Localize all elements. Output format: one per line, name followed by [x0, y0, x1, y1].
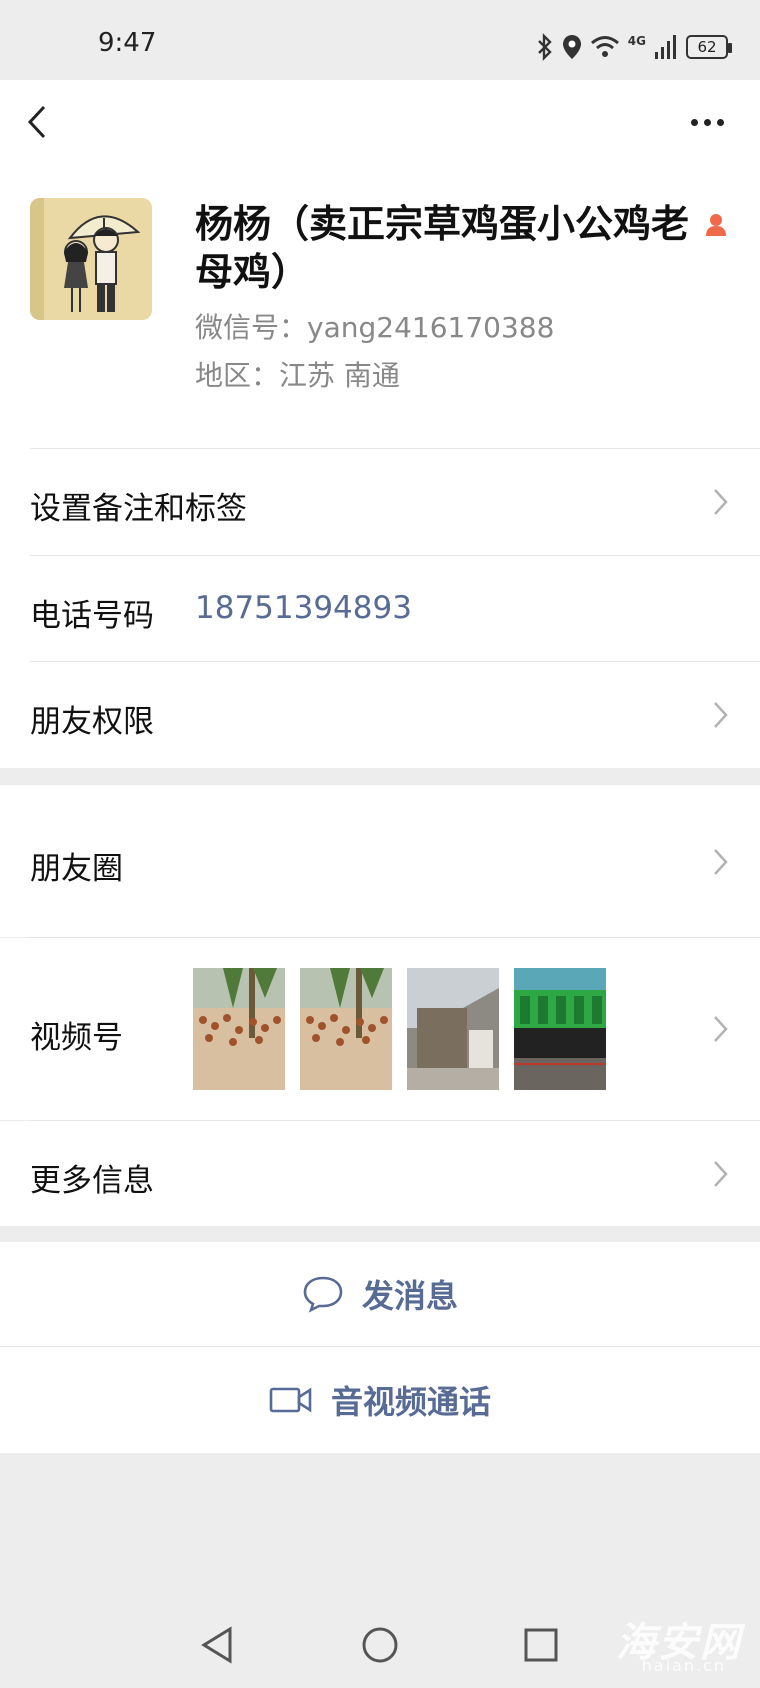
more-options-button[interactable]	[672, 94, 742, 150]
watermark-domain: haian.cn	[641, 1656, 726, 1675]
wechat-id: 微信号：yang2416170388	[195, 311, 555, 344]
channel-thumbnail[interactable]	[193, 968, 285, 1090]
status-time: 9:47	[98, 28, 157, 58]
remarks-tags-row[interactable]: 设置备注和标签	[0, 449, 760, 555]
friend-permissions-row[interactable]: 朋友权限	[0, 662, 760, 768]
battery-level: 62	[697, 38, 717, 56]
more-info-label: 更多信息	[30, 1163, 154, 1199]
video-call-label: 音视频通话	[330, 1383, 491, 1421]
phone-row[interactable]: 电话号码 18751394893	[0, 556, 760, 661]
chevron-right-icon	[714, 849, 728, 875]
channels-label: 视频号	[30, 1020, 123, 1056]
wifi-icon	[590, 36, 619, 57]
channels-row[interactable]: 视频号	[0, 938, 760, 1120]
nav-home-icon[interactable]	[361, 1625, 399, 1665]
nav-recents-icon[interactable]	[523, 1625, 559, 1665]
nav-back-icon[interactable]	[198, 1625, 238, 1665]
location-icon	[562, 35, 581, 59]
video-camera-icon	[269, 1387, 312, 1413]
moments-row[interactable]: 朋友圈	[0, 785, 760, 937]
remarks-tags-label: 设置备注和标签	[30, 491, 247, 527]
more-info-row[interactable]: 更多信息	[0, 1121, 760, 1226]
chevron-right-icon	[714, 1016, 728, 1042]
channel-thumbnail[interactable]	[300, 968, 392, 1090]
person-icon	[706, 214, 726, 236]
moments-label: 朋友圈	[30, 851, 123, 887]
video-call-button[interactable]: 音视频通话	[0, 1347, 760, 1453]
back-button[interactable]	[18, 94, 78, 150]
friend-permissions-label: 朋友权限	[30, 704, 154, 740]
send-message-button[interactable]: 发消息	[0, 1242, 760, 1346]
send-message-label: 发消息	[361, 1277, 458, 1315]
channel-thumbnail[interactable]	[514, 968, 606, 1090]
chevron-right-icon	[714, 1161, 728, 1187]
avatar-image	[30, 198, 152, 320]
avatar[interactable]	[30, 198, 152, 320]
signal-icon	[655, 35, 676, 59]
more-dots-icon	[690, 118, 698, 126]
battery-indicator: 62	[686, 35, 732, 59]
phone-number[interactable]: 18751394893	[195, 590, 412, 626]
channels-thumbnails	[193, 968, 613, 1090]
channel-thumbnail[interactable]	[407, 968, 499, 1090]
bluetooth-icon	[537, 33, 552, 61]
phone-label: 电话号码	[30, 598, 154, 634]
chevron-right-icon	[714, 489, 728, 515]
display-name: 杨杨（卖正宗草鸡蛋小公鸡老母鸡）	[195, 202, 690, 294]
chevron-right-icon	[714, 702, 728, 728]
network-type-label: 4G	[627, 34, 646, 48]
status-icons: 4G 62	[536, 30, 732, 64]
back-arrow-icon	[27, 105, 46, 139]
chat-bubble-icon	[303, 1276, 343, 1313]
region: 地区：江苏 南通	[195, 359, 400, 392]
